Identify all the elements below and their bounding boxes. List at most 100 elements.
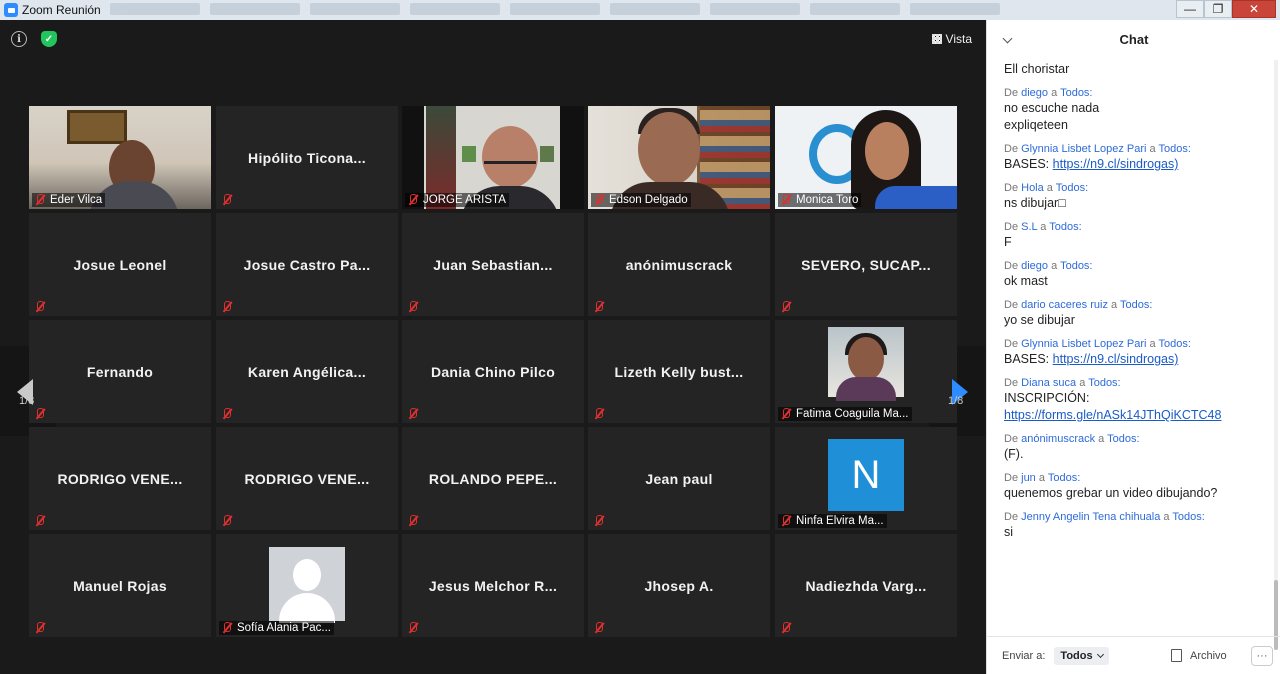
info-icon[interactable]: i (11, 31, 27, 47)
close-button[interactable]: ✕ (1232, 0, 1276, 18)
participant-tile[interactable]: Josue Castro Pa... (216, 213, 398, 316)
participant-tile[interactable]: N Ninfa Elvira Ma... (775, 427, 957, 530)
participant-tile[interactable]: Fatima Coaguila Ma... (775, 320, 957, 423)
file-icon (1171, 649, 1182, 662)
participant-avatar (828, 327, 904, 401)
send-to-dropdown[interactable]: Todos (1054, 646, 1109, 665)
participant-tile[interactable]: Josue Leonel (29, 213, 211, 316)
muted-mic-icon (593, 194, 605, 206)
message-text: no escuche nada (1004, 101, 1100, 115)
message-sender: De S.L a Todos: (1004, 221, 1082, 233)
participant-name-label: JORGE ARISTA (405, 193, 509, 207)
participant-tile[interactable]: Nadiezhda Varg... (775, 534, 957, 637)
muted-mic-icon (34, 301, 46, 313)
chat-message: Ell choristar (1004, 61, 1274, 78)
participant-name: RODRIGO VENE... (57, 470, 183, 487)
participant-tile[interactable]: JORGE ARISTA (402, 106, 584, 209)
participant-name-label: Fatima Coaguila Ma... (778, 407, 912, 421)
message-text: (F). (1004, 447, 1024, 461)
participant-tile[interactable]: Edson Delgado (588, 106, 770, 209)
maximize-button[interactable]: ❐ (1204, 0, 1232, 18)
page-indicator-left: 1/8 (19, 395, 35, 407)
chat-scrollbar[interactable] (1274, 60, 1278, 650)
participant-tile[interactable]: Karen Angélica... (216, 320, 398, 423)
more-options-button[interactable]: ··· (1251, 646, 1273, 666)
muted-mic-icon (407, 408, 419, 420)
participant-tile[interactable]: Fernando (29, 320, 211, 423)
participant-name: Jean paul (645, 470, 713, 487)
muted-mic-icon (407, 194, 419, 206)
chat-title: Chat (1119, 31, 1149, 47)
message-text: https://forms.gle/nASk14JThQiKCTC48 (1004, 407, 1274, 424)
participant-tile[interactable]: anónimuscrack (588, 213, 770, 316)
message-text: ns dibujar□ (1004, 196, 1066, 210)
muted-mic-icon (221, 622, 233, 634)
muted-mic-icon (34, 622, 46, 634)
muted-mic-icon (34, 194, 46, 206)
message-text: quenemos grebar un video dibujando? (1004, 486, 1218, 500)
message-sender: De jun a Todos: (1004, 472, 1081, 484)
participant-tile[interactable]: Jhosep A. (588, 534, 770, 637)
message-link[interactable]: https://n9.cl/sindrogas) (1053, 352, 1179, 366)
participant-tile[interactable]: Dania Chino Pilco (402, 320, 584, 423)
file-button[interactable]: Archivo (1171, 649, 1227, 662)
view-button[interactable]: Vista (931, 32, 972, 46)
minimize-button[interactable]: — (1176, 0, 1204, 18)
participant-name: SEVERO, SUCAP... (801, 256, 931, 273)
participant-tile[interactable]: Manuel Rojas (29, 534, 211, 637)
message-text: yo se dibujar (1004, 313, 1075, 327)
message-sender: De anónimuscrack a Todos: (1004, 433, 1140, 445)
chat-message: De Jenny Angelin Tena chihuala a Todos: s… (1004, 510, 1274, 541)
muted-mic-icon (593, 622, 605, 634)
participant-tile[interactable]: Jean paul (588, 427, 770, 530)
message-sender: De dario caceres ruiz a Todos: (1004, 299, 1153, 311)
muted-mic-icon (34, 408, 46, 420)
participant-tile[interactable]: Sofía Alania Pac... (216, 534, 398, 637)
participant-tile[interactable]: Monica Toro (775, 106, 957, 209)
shield-icon[interactable]: ✓ (41, 31, 57, 47)
message-sender: De diego a Todos: (1004, 87, 1093, 99)
participant-name: RODRIGO VENE... (244, 470, 370, 487)
participant-tile[interactable]: Hipólito Ticona... (216, 106, 398, 209)
participant-name: Lizeth Kelly bust... (614, 363, 744, 380)
participant-tile[interactable]: SEVERO, SUCAP... (775, 213, 957, 316)
muted-mic-icon (780, 301, 792, 313)
view-label: Vista (945, 32, 972, 46)
muted-mic-icon (221, 301, 233, 313)
participant-tile[interactable]: Juan Sebastian... (402, 213, 584, 316)
muted-mic-icon (407, 301, 419, 313)
participant-name: Fernando (86, 363, 154, 380)
participant-name: Jesus Melchor R... (428, 577, 558, 594)
participant-tile[interactable]: Lizeth Kelly bust... (588, 320, 770, 423)
window-title: Zoom Reunión (22, 3, 101, 17)
participant-tile[interactable]: ROLANDO PEPE... (402, 427, 584, 530)
participant-tile[interactable]: RODRIGO VENE... (29, 427, 211, 530)
chat-message: De jun a Todos: quenemos grebar un video… (1004, 471, 1274, 502)
participant-name: ROLANDO PEPE... (428, 470, 558, 487)
message-text: ok mast (1004, 274, 1048, 288)
page-indicator-right: 1/8 (948, 395, 964, 407)
video-gallery: i ✓ Vista Eder Vilca Hipólito Ticona... JO… (0, 20, 986, 674)
message-link[interactable]: https://forms.gle/nASk14JThQiKCTC48 (1004, 408, 1221, 422)
participant-name: Jhosep A. (644, 577, 714, 594)
participant-grid: Eder Vilca Hipólito Ticona... JORGE ARISTA… (29, 106, 957, 637)
message-text: INSCRIPCIÓN: (1004, 391, 1090, 405)
participant-name: anónimuscrack (625, 256, 733, 273)
message-text: F (1004, 235, 1012, 249)
chat-message: De diego a Todos: ok mast (1004, 259, 1274, 290)
muted-mic-icon (593, 515, 605, 527)
chat-footer: Enviar a: Todos Archivo ··· (987, 636, 1280, 674)
chat-message: De anónimuscrack a Todos: (F). (1004, 432, 1274, 463)
muted-mic-icon (780, 515, 792, 527)
chat-message: De Glynnia Lisbet Lopez Pari a Todos: BAS… (1004, 142, 1274, 173)
participant-tile[interactable]: Jesus Melchor R... (402, 534, 584, 637)
muted-mic-icon (780, 194, 792, 206)
message-text: expliqeteen (1004, 118, 1068, 132)
message-link[interactable]: https://n9.cl/sindrogas) (1053, 157, 1179, 171)
participant-tile[interactable]: Eder Vilca (29, 106, 211, 209)
message-sender: De Diana suca a Todos: (1004, 377, 1121, 389)
participant-tile[interactable]: RODRIGO VENE... (216, 427, 398, 530)
participant-name: Hipólito Ticona... (248, 149, 366, 166)
muted-mic-icon (593, 408, 605, 420)
participant-avatar: N (828, 439, 904, 511)
